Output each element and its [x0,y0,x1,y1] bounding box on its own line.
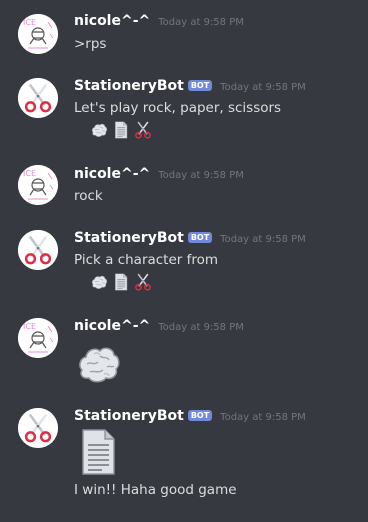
paper-icon [112,121,130,139]
timestamp: Today at 9:58 PM [158,170,244,181]
message-header: StationeryBot BOT Today at 9:58 PM [74,408,306,426]
bot-tag: BOT [187,80,213,91]
user-avatar[interactable]: ICE [18,318,58,358]
emoji-row [90,273,152,291]
message-text: >rps [74,36,107,52]
username[interactable]: nicole^-^ [74,318,150,334]
message: ICE nicole^-^ Today at 9:58 PM rock [0,150,368,220]
message-text: Pick a character from [74,252,219,268]
message: StationeryBot BOT Today at 9:58 PM Pick … [0,220,368,310]
message-text: I win!! Haha good game [74,482,237,498]
emoji-row [90,121,152,139]
message: ICE nicole^-^ Today at 9:58 PM >rps [0,0,368,60]
scissors-avatar-icon [18,230,58,270]
bot-tag: BOT [187,232,213,243]
message-header: StationeryBot BOT Today at 9:58 PM [74,230,306,248]
scissors-icon [134,273,152,291]
timestamp: Today at 9:58 PM [158,17,244,28]
message-header: nicole^-^ Today at 9:58 PM [74,318,244,336]
scissors-avatar-icon [18,408,58,448]
message-text: rock [74,188,103,204]
svg-text:ICE: ICE [23,18,36,27]
bot-avatar[interactable] [18,408,58,448]
message: StationeryBot BOT Today at 9:58 PM I win… [0,400,368,522]
username[interactable]: StationeryBot [74,78,184,94]
svg-text:ICE: ICE [23,169,36,178]
timestamp: Today at 9:58 PM [158,322,244,333]
user-avatar[interactable]: ICE [18,165,58,205]
user-drawing-avatar-icon: ICE [18,318,58,358]
message: StationeryBot BOT Today at 9:58 PM Let's… [0,60,368,150]
bot-avatar[interactable] [18,230,58,270]
username[interactable]: nicole^-^ [74,13,150,29]
username[interactable]: StationeryBot [74,408,184,424]
user-avatar[interactable]: ICE [18,14,58,54]
message: ICE nicole^-^ Today at 9:58 PM [0,310,368,400]
timestamp: Today at 9:58 PM [220,82,306,93]
message-header: StationeryBot BOT Today at 9:58 PM [74,78,306,96]
timestamp: Today at 9:58 PM [220,234,306,245]
rock-icon [90,273,108,291]
scissors-icon [134,121,152,139]
timestamp: Today at 9:58 PM [220,412,306,423]
message-header: nicole^-^ Today at 9:58 PM [74,13,244,31]
paper-icon [112,273,130,291]
message-header: nicole^-^ Today at 9:58 PM [74,166,244,184]
user-drawing-avatar-icon: ICE [18,14,58,54]
scissors-avatar-icon [18,78,58,118]
message-text: Let's play rock, paper, scissors [74,100,282,116]
paper-icon [74,428,122,476]
user-drawing-avatar-icon: ICE [18,165,58,205]
rock-icon [74,340,122,388]
rock-icon [90,121,108,139]
bot-avatar[interactable] [18,78,58,118]
bot-tag: BOT [187,410,213,421]
username[interactable]: StationeryBot [74,230,184,246]
username[interactable]: nicole^-^ [74,166,150,182]
svg-text:ICE: ICE [23,322,36,331]
